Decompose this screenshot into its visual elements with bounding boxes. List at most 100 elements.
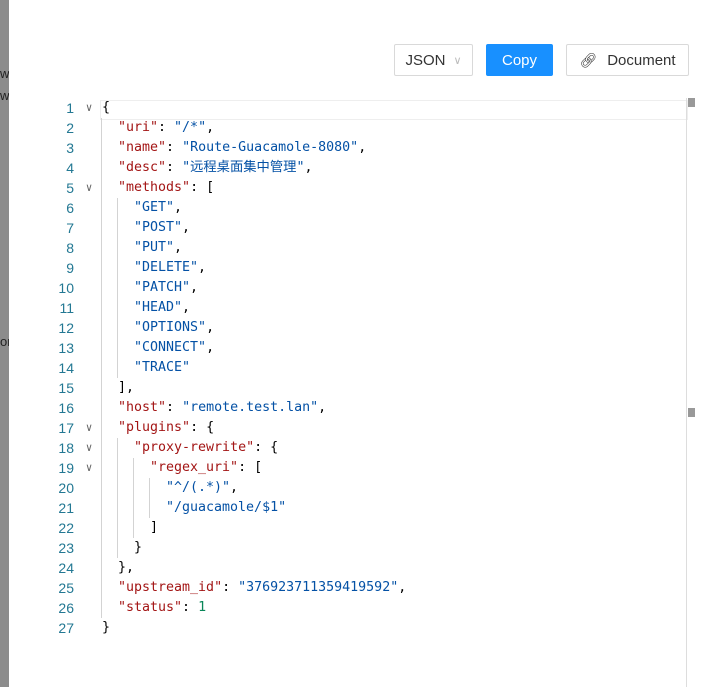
- indent-guide: [101, 138, 102, 158]
- json-key: "uri": [118, 120, 159, 135]
- code-line: 1 ∨ {: [0, 98, 680, 118]
- indent-guide: [117, 438, 118, 458]
- line-number: 15: [58, 380, 74, 396]
- json-punctuation: : [: [190, 180, 215, 195]
- json-punctuation: },: [118, 560, 135, 575]
- json-string: "GET": [134, 200, 175, 215]
- code-text: },: [118, 558, 134, 578]
- code-text: ],: [118, 378, 134, 398]
- fold-chevron-icon[interactable]: ∨: [82, 418, 96, 438]
- code-line: 25 "upstream_id": "376923711359419592",: [0, 578, 680, 598]
- indent-guide: [101, 498, 102, 518]
- indent-guide: [101, 578, 102, 598]
- code-text: "OPTIONS",: [134, 318, 214, 338]
- json-string: "OPTIONS": [134, 320, 207, 335]
- indent-guide: [101, 418, 102, 438]
- indent-guide: [149, 498, 150, 518]
- json-key: "desc": [118, 160, 167, 175]
- code-line: 23}: [0, 538, 680, 558]
- indent-guide: [117, 538, 118, 558]
- json-string: "Route-Guacamole-8080": [182, 140, 359, 155]
- json-punctuation: ,: [174, 200, 183, 215]
- json-editor[interactable]: 1 ∨ {2 "uri": "/*", 3 "name": "Route-Guacamol…: [0, 98, 724, 687]
- line-number: 25: [58, 580, 74, 596]
- json-string: "PATCH": [134, 280, 191, 295]
- json-punctuation: :: [158, 120, 175, 135]
- line-number: 20: [58, 480, 74, 496]
- code-line: 27}: [0, 618, 680, 638]
- code-text: "/guacamole/$1": [166, 498, 286, 518]
- code-text: ]: [150, 518, 158, 538]
- line-number: 4: [66, 160, 74, 176]
- indent-guide: [117, 258, 118, 278]
- indent-guide: [101, 378, 102, 398]
- json-punctuation: :: [166, 160, 183, 175]
- code-line: 7 "POST",: [0, 218, 680, 238]
- document-button[interactable]: 🔗︎ Document: [566, 44, 689, 76]
- code-text: "PUT",: [134, 238, 182, 258]
- indent-guide: [117, 218, 118, 238]
- json-punctuation: ,: [206, 340, 215, 355]
- fold-chevron-icon[interactable]: ∨: [82, 98, 96, 118]
- line-number: 22: [58, 520, 74, 536]
- code-text: "POST",: [134, 218, 190, 238]
- code-text: "GET",: [134, 198, 182, 218]
- json-punctuation: :: [222, 580, 239, 595]
- code-text: "upstream_id": "376923711359419592",: [118, 578, 406, 598]
- json-key: "regex_uri": [150, 460, 239, 475]
- line-number: 13: [58, 340, 74, 356]
- line-number: 21: [58, 500, 74, 516]
- code-text: "proxy-rewrite": {: [134, 438, 278, 458]
- json-punctuation: ],: [118, 380, 135, 395]
- editor-scrollbar-track[interactable]: [686, 98, 687, 687]
- indent-guide: [101, 398, 102, 418]
- code-line: 14 "TRACE": [0, 358, 680, 378]
- json-punctuation: ,: [206, 320, 215, 335]
- code-text: "regex_uri": [: [150, 458, 262, 478]
- indent-guide: [101, 478, 102, 498]
- json-punctuation: : [: [238, 460, 263, 475]
- fold-chevron-icon[interactable]: ∨: [82, 178, 96, 198]
- scrollbar-marker: [688, 408, 695, 417]
- indent-guide: [101, 238, 102, 258]
- line-number: 23: [58, 540, 74, 556]
- line-number: 8: [66, 240, 74, 256]
- json-string: "HEAD": [134, 300, 183, 315]
- fold-chevron-icon[interactable]: ∨: [82, 438, 96, 458]
- line-number: 17: [58, 420, 74, 436]
- line-number: 26: [58, 600, 74, 616]
- json-punctuation: }: [102, 620, 111, 635]
- indent-guide: [101, 118, 102, 138]
- json-punctuation: :: [166, 400, 183, 415]
- code-text: "^/(.*)",: [166, 478, 238, 498]
- json-string: "/*": [174, 120, 207, 135]
- indent-guide: [101, 158, 102, 178]
- format-select[interactable]: JSON ∨: [394, 44, 473, 76]
- indent-guide: [117, 318, 118, 338]
- line-number: 7: [66, 220, 74, 236]
- line-number: 24: [58, 560, 74, 576]
- code-text: "methods": [: [118, 178, 214, 198]
- indent-guide: [133, 498, 134, 518]
- json-string: "/guacamole/$1": [166, 500, 287, 515]
- line-number: 11: [59, 300, 74, 316]
- json-punctuation: ,: [206, 120, 215, 135]
- code-line: 15],: [0, 378, 680, 398]
- indent-guide: [117, 518, 118, 538]
- copy-button[interactable]: Copy: [486, 44, 553, 76]
- json-key: "methods": [118, 180, 191, 195]
- code-text: "PATCH",: [134, 278, 198, 298]
- json-string: "TRACE": [134, 360, 191, 375]
- code-line: 12 "OPTIONS",: [0, 318, 680, 338]
- json-number: 1: [198, 600, 207, 615]
- code-text: "TRACE": [134, 358, 190, 378]
- line-number: 14: [58, 360, 74, 376]
- json-string: "^/(.*)": [166, 480, 231, 495]
- indent-guide: [101, 338, 102, 358]
- code-line: 17 ∨ "plugins": {: [0, 418, 680, 438]
- json-key: "name": [118, 140, 167, 155]
- code-text: "CONNECT",: [134, 338, 214, 358]
- json-punctuation: ,: [398, 580, 407, 595]
- fold-chevron-icon[interactable]: ∨: [82, 458, 96, 478]
- indent-guide: [101, 218, 102, 238]
